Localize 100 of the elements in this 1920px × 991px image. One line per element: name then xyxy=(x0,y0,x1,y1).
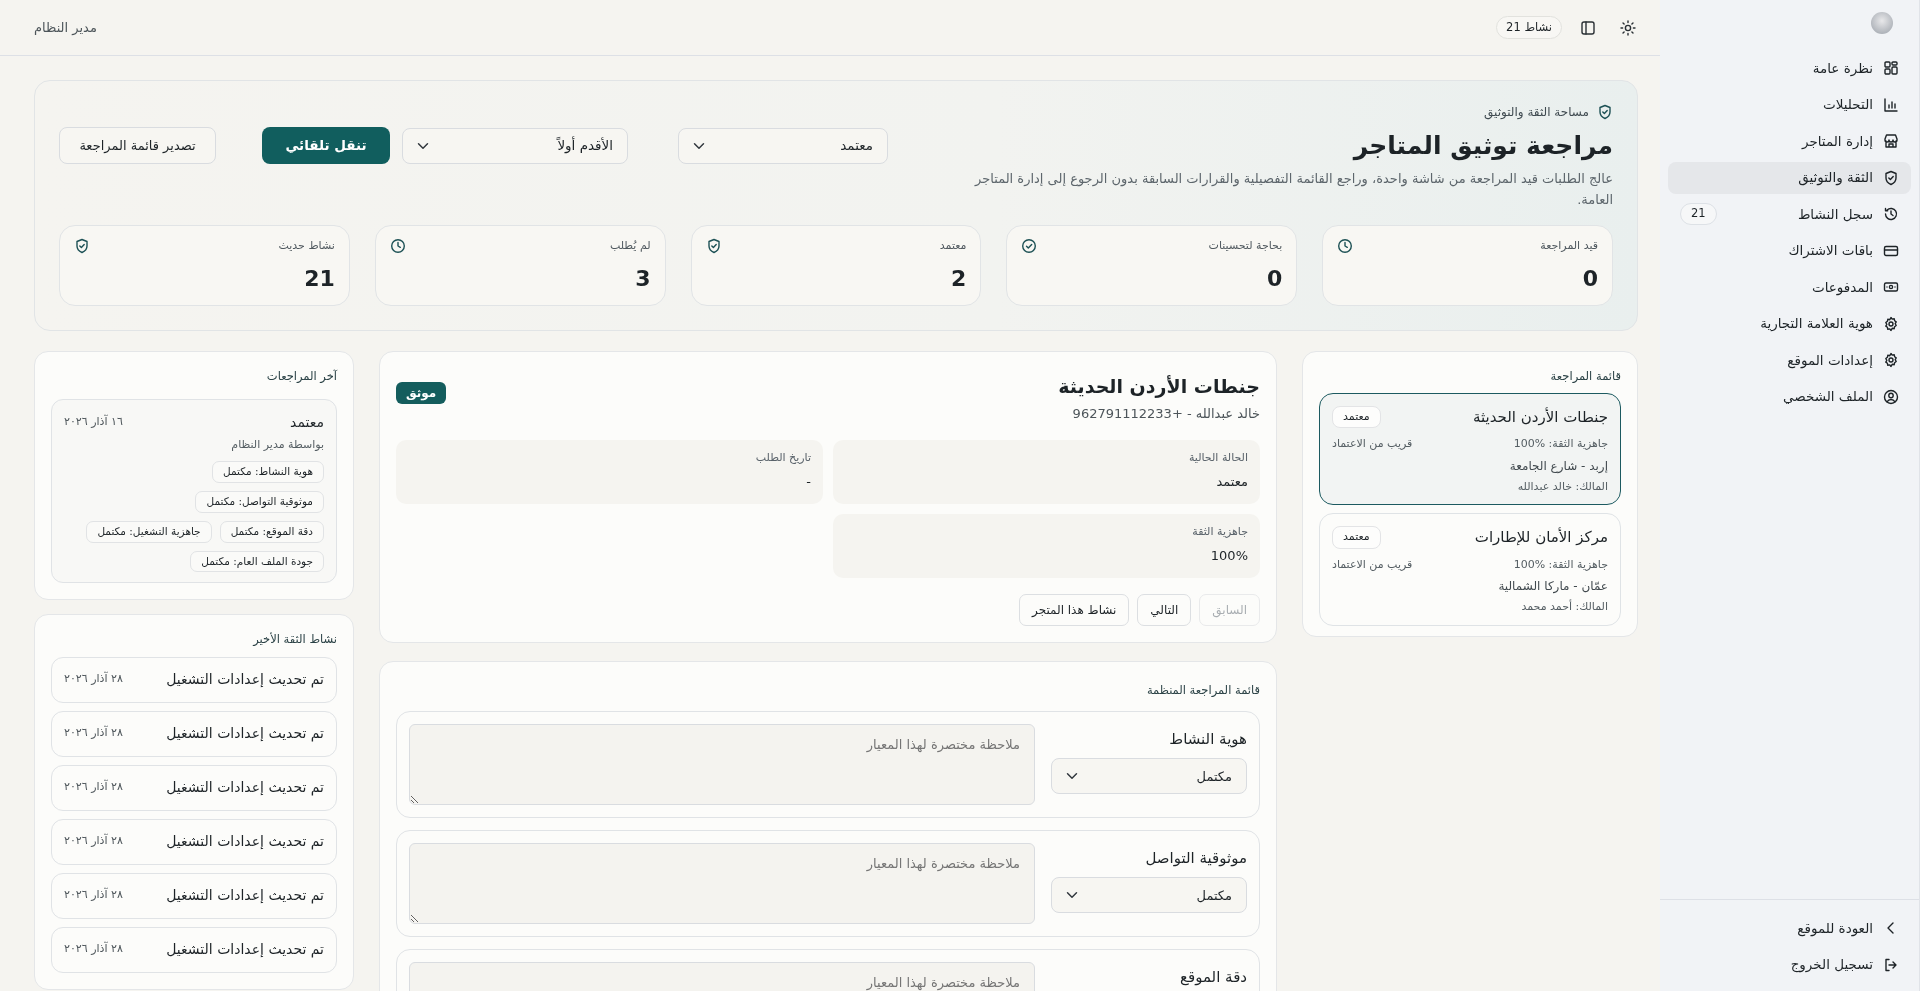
store-contact: خالد عبدالله - +962791112233 xyxy=(1071,405,1260,424)
criterion-tag: جاهزية التشغيل: مكتمل xyxy=(86,520,212,543)
export-button[interactable]: تصدير قائمة المراجعة xyxy=(59,127,216,164)
banknote-icon xyxy=(1883,279,1899,295)
reviewer-text: بواسطة مدير النظام xyxy=(230,436,324,453)
activity-text: تم تحديث إعدادات التشغيل xyxy=(166,832,324,852)
sidebar-item[interactable]: الثقة والتوثيق xyxy=(1668,161,1911,194)
shield-check-icon xyxy=(74,237,90,254)
readiness-text: جاهزية الثقة: %100 xyxy=(1513,436,1608,453)
shield-check-icon xyxy=(1883,169,1899,186)
sidebar-item[interactable]: التحليلات xyxy=(1668,88,1911,121)
activity-date: ٢٨ آذار ٢٠٢٦ xyxy=(64,779,123,796)
auto-navigate-button[interactable]: تنقل تلقائي xyxy=(262,127,390,164)
sort-select[interactable]: الأقدم أولاً xyxy=(402,127,628,164)
theme-toggle-button[interactable] xyxy=(1620,19,1636,36)
review-list-item[interactable]: مركز الأمان للإطارات معتمد جاهزية الثقة: %100 قريب من الاعتماد عمّان - ماركا الشمالية المالك: أحمد محمد xyxy=(1319,513,1621,626)
stat-label: قيد المراجعة xyxy=(1540,237,1598,254)
panel-title: نشاط الثقة الأخير xyxy=(251,631,337,649)
activity-text: تم تحديث إعدادات التشغيل xyxy=(166,886,324,906)
stat-value: 21 xyxy=(303,264,335,293)
stat-label: معتمد xyxy=(939,237,967,254)
sidebar-item[interactable]: إدارة المتاجر xyxy=(1668,125,1911,157)
panel-title: آخر المراجعات xyxy=(265,367,337,385)
status-filter[interactable]: معتمد xyxy=(678,127,888,164)
page-description: عالج الطلبات قيد المراجعة من شاشة واحدة، وراجع القائمة التفصيلية والقرارات السابقة بدون الرجوع إلى إدارة المتاجر العامة. xyxy=(973,170,1613,209)
grid-icon xyxy=(1883,60,1899,76)
activity-date: ٢٨ آذار ٢٠٢٦ xyxy=(64,887,123,904)
clock-icon xyxy=(389,237,406,254)
stat-value: 0 xyxy=(1581,264,1598,293)
field-label: جاهزية الثقة xyxy=(1191,523,1248,540)
store-icon xyxy=(1883,133,1899,149)
status-badge: معتمد xyxy=(1332,405,1381,429)
activity-text: تم تحديث إعدادات التشغيل xyxy=(166,724,324,744)
sidebar-link[interactable]: العودة للموقع xyxy=(1668,912,1911,944)
user-circle-icon xyxy=(1883,388,1899,405)
sun-icon xyxy=(1620,19,1636,36)
criterion-select[interactable]: مكتمل xyxy=(1051,758,1247,795)
clock-icon xyxy=(1337,237,1354,254)
field-label: تاريخ الطلب xyxy=(754,449,811,466)
note-text: قريب من الاعتماد xyxy=(1332,436,1413,453)
owner-text: المالك: أحمد محمد xyxy=(1520,599,1608,616)
verified-badge: موثق xyxy=(396,381,447,404)
store-name: مركز الأمان للإطارات xyxy=(1474,526,1608,549)
activity-text: تم تحديث إعدادات التشغيل xyxy=(166,940,324,960)
sidebar-toggle-icon xyxy=(1580,19,1596,36)
criterion-label: موثوقية التواصل xyxy=(1144,847,1247,869)
criterion-select[interactable]: مكتمل xyxy=(1051,877,1247,914)
stat-label: نشاط حديث xyxy=(278,237,335,254)
sidebar-toggle-button[interactable] xyxy=(1580,19,1596,36)
shield-check-icon xyxy=(1597,104,1613,120)
settings-icon xyxy=(1883,352,1899,368)
sidebar-item[interactable]: باقات الاشتراك xyxy=(1668,234,1911,267)
page-title: مراجعة توثيق المتاجر xyxy=(1351,131,1613,161)
activity-date: ٢٨ آذار ٢٠٢٦ xyxy=(64,833,123,850)
sidebar-link[interactable]: تسجيل الخروج xyxy=(1668,948,1911,981)
location-text: إربد - شارع الجامعة xyxy=(1508,457,1608,475)
status-badge: معتمد xyxy=(1332,526,1381,549)
activity-text: تم تحديث إعدادات التشغيل xyxy=(166,778,324,798)
readiness-text: جاهزية الثقة: %100 xyxy=(1513,556,1608,573)
criterion-tag: موثوقية التواصل: مكتمل xyxy=(195,491,324,513)
criterion-tag: دقة الموقع: مكتمل xyxy=(219,520,324,543)
stat-value: 3 xyxy=(634,264,651,293)
review-date: ١٦ آذار ٢٠٢٦ xyxy=(64,414,123,431)
review-status: معتمد xyxy=(290,412,324,432)
note-field[interactable]: ملاحظة مختصرة لهذا المعيار xyxy=(409,842,1035,924)
activity-date: ٢٨ آذار ٢٠٢٦ xyxy=(64,725,123,742)
review-list-item[interactable]: جنطات الأردن الحديثة معتمد جاهزية الثقة: %100 قريب من الاعتماد إربد - شارع الجامعة المالك: خالد عبدالله xyxy=(1319,392,1621,506)
shield-check-icon xyxy=(705,237,722,254)
criterion-label: دقة الموقع xyxy=(1179,966,1247,988)
location-text: عمّان - ماركا الشمالية xyxy=(1497,578,1608,596)
note-field[interactable]: ملاحظة مختصرة لهذا المعيار xyxy=(409,723,1035,805)
nav-button[interactable]: نشاط هذا المتجر xyxy=(1019,593,1130,626)
bar-chart-icon xyxy=(1883,96,1899,113)
section-eyebrow: مساحة الثقة والتوثيق xyxy=(1484,104,1589,121)
sidebar-item[interactable]: الملف الشخصي xyxy=(1668,380,1911,413)
sidebar-item[interactable]: إعدادات الموقع xyxy=(1668,344,1911,376)
stat-label: لم يُطلب xyxy=(609,237,651,254)
note-field[interactable]: ملاحظة مختصرة لهذا المعيار xyxy=(409,961,1035,991)
sidebar-item[interactable]: نظرة عامة xyxy=(1668,52,1911,84)
field-label: الحالة الحالية xyxy=(1187,449,1248,466)
criterion-tag: هوية النشاط: مكتمل xyxy=(212,461,324,484)
store-title: جنطات الأردن الحديثة xyxy=(1058,373,1260,400)
logout-icon xyxy=(1883,956,1899,973)
history-icon xyxy=(1883,206,1899,222)
criterion-tag: جودة الملف العام: مكتمل xyxy=(190,550,324,573)
count-badge: 21 xyxy=(1680,203,1717,225)
criterion-label: هوية النشاط xyxy=(1168,728,1247,750)
sidebar-item[interactable]: المدفوعات xyxy=(1668,271,1911,303)
sidebar-item[interactable]: هوية العلامة التجارية xyxy=(1668,307,1911,340)
settings-icon xyxy=(1883,315,1899,332)
check-circle-icon xyxy=(1021,237,1038,254)
owner-text: المالك: خالد عبدالله xyxy=(1516,478,1608,495)
nav-button[interactable]: التالي xyxy=(1137,593,1192,626)
activity-date: ٢٨ آذار ٢٠٢٦ xyxy=(64,671,123,688)
user-role-label: مدير النظام xyxy=(34,18,97,37)
activity-date: ٢٨ آذار ٢٠٢٦ xyxy=(64,941,123,958)
stat-value: 2 xyxy=(950,264,967,293)
activity-badge: نشاط 21 xyxy=(1496,15,1562,40)
panel-title: قائمة المراجعة المنظمة xyxy=(1145,681,1260,699)
field-value: - xyxy=(805,473,811,492)
